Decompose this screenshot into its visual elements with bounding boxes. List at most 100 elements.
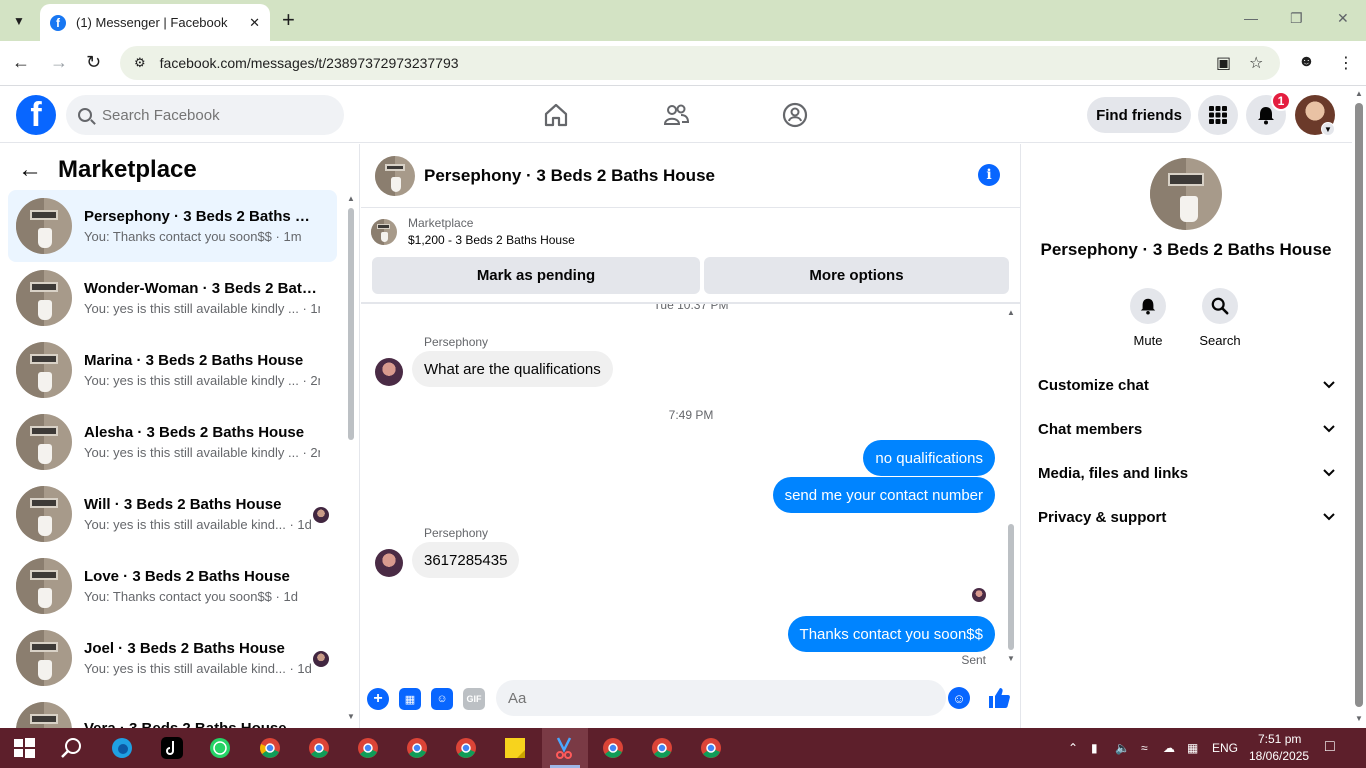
browser-menu-icon[interactable]: ⋮ <box>1338 53 1354 73</box>
battery-icon[interactable]: ▮ <box>1091 741 1098 755</box>
chat-list-scrollbar[interactable]: ▲ ▼ <box>346 194 356 724</box>
reload-icon[interactable]: ↻ <box>86 52 101 73</box>
info-icon[interactable]: i <box>978 164 1000 186</box>
tiktok-icon[interactable] <box>160 736 184 760</box>
chrome-icon[interactable] <box>601 736 625 760</box>
find-friends-button[interactable]: Find friends <box>1087 97 1191 133</box>
message-input[interactable] <box>496 680 946 716</box>
scroll-up-icon[interactable]: ▲ <box>1355 89 1363 98</box>
snipping-tool-icon[interactable] <box>552 736 576 760</box>
scroll-down-icon[interactable]: ▼ <box>1007 654 1015 663</box>
onedrive-cloud-icon[interactable]: ☁ <box>1163 741 1175 755</box>
show-hidden-icons-chevron-icon[interactable]: ⌃ <box>1068 741 1078 755</box>
clock-date[interactable]: 18/06/2025 <box>1249 749 1309 763</box>
thumbs-up-icon[interactable] <box>987 686 1011 710</box>
account-chevron-down-icon[interactable]: ▼ <box>1321 122 1335 136</box>
restore-window-icon[interactable]: ❐ <box>1290 10 1303 27</box>
marketplace-listing-info[interactable]: Marketplace $1,200 - 3 Beds 2 Baths Hous… <box>371 216 575 247</box>
clock-time[interactable]: 7:51 pm <box>1258 732 1301 746</box>
gif-icon[interactable]: GIF <box>463 688 485 710</box>
photo-icon[interactable]: ▦ <box>399 688 421 710</box>
emoji-icon[interactable]: ☺ <box>948 687 970 709</box>
chrome-icon[interactable] <box>650 736 674 760</box>
profile-icon[interactable]: ☻ <box>1298 53 1315 71</box>
listing-thumbnail[interactable] <box>375 155 415 196</box>
customize-chat-section[interactable]: Customize chat <box>1038 373 1336 397</box>
incoming-message[interactable]: 3617285435 <box>412 542 520 578</box>
tab-search-chevron-icon[interactable]: ▼ <box>6 8 32 34</box>
back-arrow-icon[interactable]: ← <box>12 52 30 73</box>
conversation-item[interactable]: Marina · 3 Beds 2 Baths House You: yes is… <box>8 334 337 406</box>
forward-arrow-icon[interactable]: → <box>50 52 68 73</box>
site-settings-icon[interactable]: ⚙ <box>134 55 146 71</box>
scrollbar-thumb[interactable] <box>1355 103 1363 707</box>
app-tray-icon[interactable]: ▦ <box>1187 741 1198 755</box>
menu-grid-button[interactable] <box>1198 95 1238 135</box>
windows-start-icon[interactable] <box>12 736 36 760</box>
edge-icon[interactable] <box>110 736 134 760</box>
facebook-logo-icon[interactable]: f <box>16 95 56 135</box>
address-bar[interactable]: ⚙ facebook.com/messages/t/23897372973237… <box>120 46 1280 80</box>
browser-tab-messenger[interactable]: f (1) Messenger | Facebook ✕ <box>40 4 270 41</box>
chat-members-section[interactable]: Chat members <box>1038 417 1336 441</box>
page-scrollbar[interactable]: ▲ ▼ <box>1352 87 1366 728</box>
conversation-avatar[interactable] <box>1150 158 1222 230</box>
conversation-item[interactable]: Love · 3 Beds 2 Baths House You: Thanks c… <box>8 550 337 622</box>
sender-avatar[interactable] <box>375 358 403 386</box>
install-app-icon[interactable]: ▣ <box>1216 53 1231 73</box>
scroll-up-icon[interactable]: ▲ <box>347 194 355 203</box>
plus-icon[interactable]: + <box>367 688 389 710</box>
conversation-item[interactable]: Persephony · 3 Beds 2 Baths Ho... You: Th… <box>8 190 337 262</box>
outgoing-message[interactable]: Thanks contact you soon$$ <box>787 616 995 652</box>
taskbar-search-icon[interactable] <box>60 736 84 760</box>
home-icon[interactable] <box>542 101 570 129</box>
new-tab-icon[interactable]: + <box>282 8 295 32</box>
conversation-item[interactable]: Alesha · 3 Beds 2 Baths House You: yes is… <box>8 406 337 478</box>
conversation-item[interactable]: Will · 3 Beds 2 Baths House You: yes is t… <box>8 478 337 550</box>
chrome-icon[interactable] <box>356 736 380 760</box>
address-url[interactable]: facebook.com/messages/t/2389737297323779… <box>160 55 459 71</box>
volume-icon[interactable]: 🔈 <box>1115 741 1130 755</box>
chrome-icon[interactable] <box>699 736 723 760</box>
chrome-icon[interactable] <box>405 736 429 760</box>
search-conversation-button[interactable]: Search <box>1190 288 1250 348</box>
incoming-message[interactable]: What are the qualifications <box>412 351 613 387</box>
scrollbar-thumb[interactable] <box>1008 524 1014 650</box>
close-window-icon[interactable]: ✕ <box>1337 10 1349 27</box>
mark-as-pending-button[interactable]: Mark as pending <box>372 257 700 294</box>
sticky-notes-icon[interactable] <box>503 736 527 760</box>
bookmark-star-icon[interactable]: ☆ <box>1249 53 1263 73</box>
input-language[interactable]: ENG <box>1212 741 1238 755</box>
conversation-item[interactable]: Wonder-Woman · 3 Beds 2 Bath... You: yes … <box>8 262 337 334</box>
notification-center-icon[interactable]: □ <box>1325 738 1335 756</box>
wifi-icon[interactable]: ≈ <box>1141 741 1148 755</box>
chrome-icon[interactable] <box>307 736 331 760</box>
facebook-search-input[interactable] <box>102 106 322 124</box>
sender-avatar[interactable] <box>375 549 403 577</box>
facebook-search-box[interactable] <box>66 95 344 135</box>
close-tab-icon[interactable]: ✕ <box>249 15 260 31</box>
groups-icon[interactable] <box>781 101 809 129</box>
conversation-title[interactable]: Persephony · 3 Beds 2 Baths House <box>424 166 715 186</box>
outgoing-message[interactable]: send me your contact number <box>772 477 995 513</box>
back-arrow-icon[interactable]: ← <box>18 156 42 184</box>
conversation-item[interactable]: Joel · 3 Beds 2 Baths House You: yes is t… <box>8 622 337 694</box>
scroll-down-icon[interactable]: ▼ <box>347 712 355 721</box>
more-options-button[interactable]: More options <box>704 257 1009 294</box>
minimize-window-icon[interactable]: — <box>1244 10 1258 26</box>
privacy-support-section[interactable]: Privacy & support <box>1038 505 1336 529</box>
sticker-icon[interactable]: ☺ <box>431 688 453 710</box>
conversation-item[interactable]: Vera · 3 Beds 2 Baths House <box>8 694 337 728</box>
media-files-links-section[interactable]: Media, files and links <box>1038 461 1336 485</box>
whatsapp-icon[interactable] <box>208 736 232 760</box>
friends-icon[interactable] <box>662 101 690 129</box>
thread-scrollbar[interactable]: ▲ ▼ <box>1006 308 1016 668</box>
mute-button[interactable]: Mute <box>1118 288 1178 348</box>
scroll-up-icon[interactable]: ▲ <box>1007 308 1015 317</box>
scrollbar-thumb[interactable] <box>348 208 354 440</box>
scroll-down-icon[interactable]: ▼ <box>1355 714 1363 723</box>
outgoing-message[interactable]: no qualifications <box>863 440 995 476</box>
chrome-icon[interactable] <box>258 736 282 760</box>
chrome-icon[interactable] <box>454 736 478 760</box>
conversation-name: Will · 3 Beds 2 Baths House <box>84 496 282 513</box>
